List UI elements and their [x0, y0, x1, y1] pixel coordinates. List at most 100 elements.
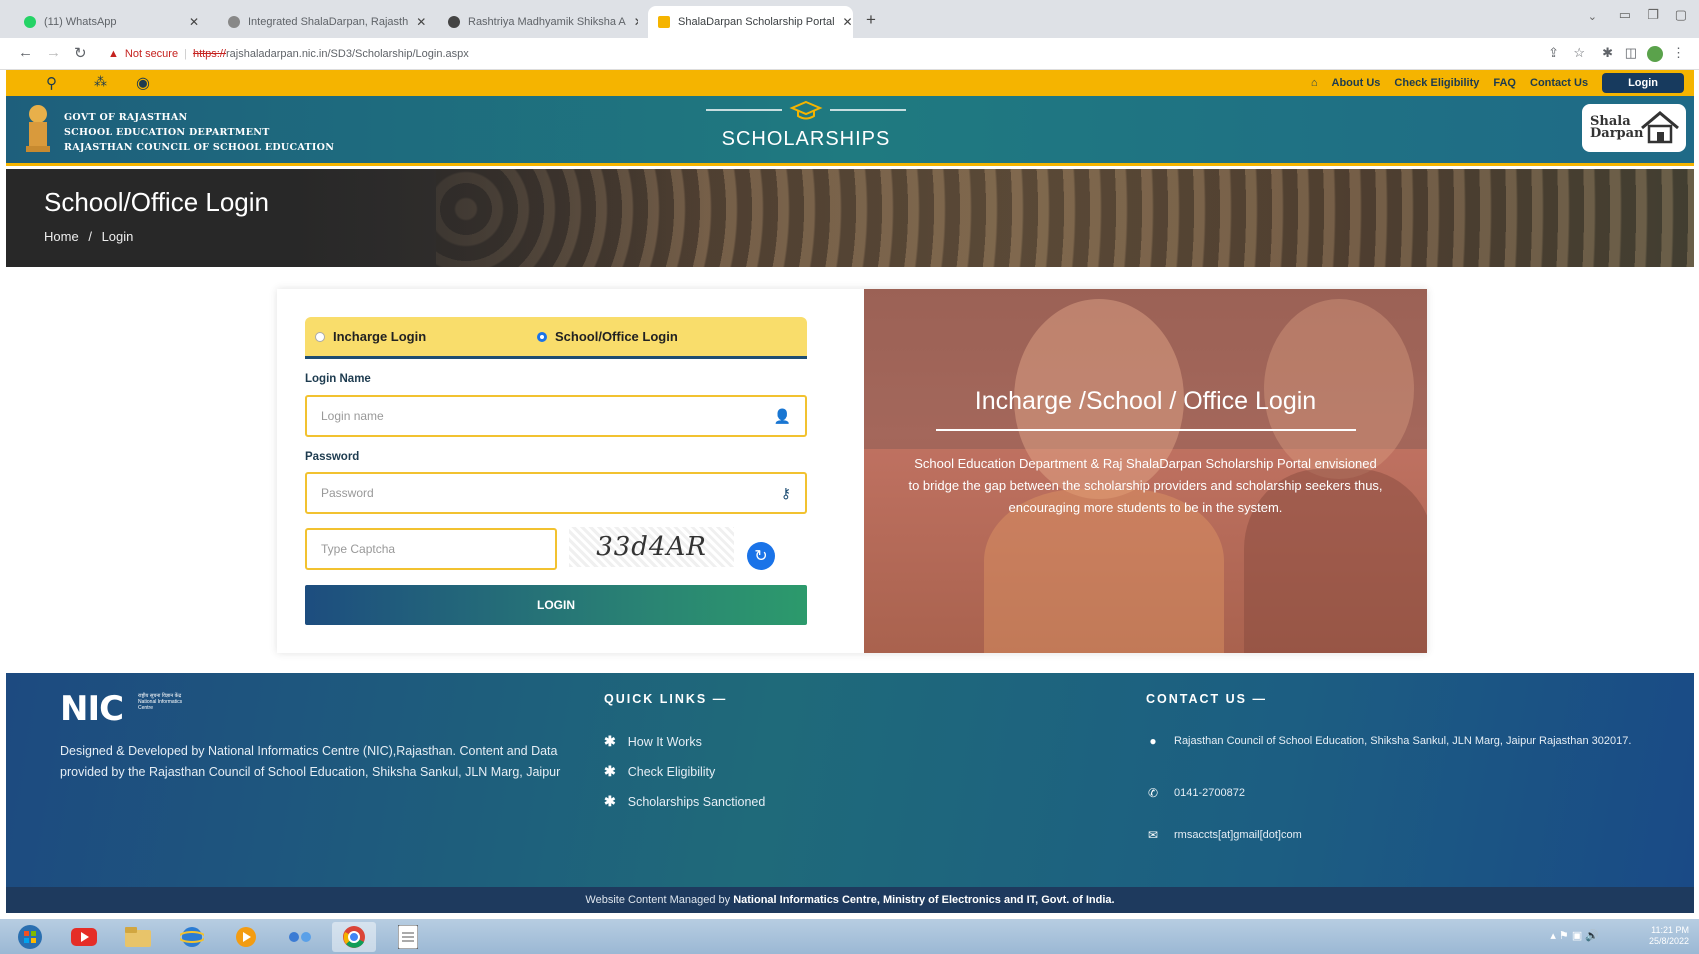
incharge-radio[interactable] — [315, 331, 325, 342]
contact-heading: CONTACT US — — [1146, 692, 1267, 706]
browser-menu-icon[interactable]: ⋮ — [1672, 45, 1685, 61]
browser-tab[interactable]: (11) WhatsApp ✕ — [14, 6, 209, 38]
page-banner: School/Office Login Home / Login — [6, 169, 1694, 267]
site-top-strip: ⚲ ⁂ ◉ ⌂ About Us Check Eligibility FAQ C… — [6, 70, 1694, 96]
login-name-input[interactable]: Login name 👤 — [305, 395, 807, 437]
school-office-radio[interactable] — [537, 331, 547, 342]
tab-title: Rashtriya Madhyamik Shiksha A — [468, 16, 626, 28]
address-bar[interactable]: ▲ Not secure | https://rajshaladarpan.ni… — [108, 44, 469, 64]
chrome-taskbar-icon[interactable] — [332, 922, 376, 952]
asterisk-icon: ✱ — [604, 763, 616, 779]
reload-icon[interactable]: ↻ — [74, 44, 87, 62]
profile-avatar[interactable] — [1647, 46, 1663, 62]
browser-tab[interactable]: Rashtriya Madhyamik Shiksha A ✕ — [438, 6, 638, 38]
url-text: rajshaladarpan.nic.in/SD3/Scholarship/Lo… — [225, 48, 469, 60]
forward-arrow-icon[interactable]: → — [46, 44, 61, 61]
internet-explorer-icon[interactable] — [170, 922, 214, 952]
home-icon[interactable]: ⌂ — [1311, 77, 1318, 89]
close-tab-icon[interactable]: ✕ — [634, 15, 638, 29]
state-emblem-icon — [26, 105, 50, 152]
site-header: GOVT OF RAJASTHAN SCHOOL EDUCATION DEPAR… — [6, 96, 1694, 166]
back-arrow-icon[interactable]: ← — [18, 44, 33, 61]
nav-about-us[interactable]: About Us — [1332, 77, 1381, 89]
asterisk-icon: ✱ — [604, 733, 616, 749]
browser-tab-strip: (11) WhatsApp ✕ Integrated ShalaDarpan, … — [0, 0, 1699, 38]
minimize-button[interactable]: ▭ — [1619, 7, 1631, 23]
refresh-captcha-icon[interactable]: ↻ — [747, 542, 775, 570]
shaladarpan-logo[interactable]: Shala Darpan — [1582, 104, 1686, 152]
tab-title: ShalaDarpan Scholarship Portal — [678, 16, 835, 28]
contact-phone: ✆ 0141-2700872 — [1146, 785, 1245, 802]
portal-title: SCHOLARSHIPS — [721, 128, 891, 150]
close-tab-icon[interactable]: ✕ — [416, 15, 426, 29]
document-icon[interactable] — [386, 922, 430, 952]
browser-tab[interactable]: Integrated ShalaDarpan, Rajasth ✕ — [218, 6, 433, 38]
graduation-cap-icon — [706, 100, 906, 120]
breadcrumb-home-link[interactable]: Home — [44, 229, 79, 244]
media-player-icon[interactable] — [224, 922, 268, 952]
breadcrumb: Home / Login — [44, 229, 133, 244]
captcha-input[interactable]: Type Captcha — [305, 528, 557, 570]
tab-title: Integrated ShalaDarpan, Rajasth — [248, 16, 409, 28]
top-navigation: ⌂ About Us Check Eligibility FAQ Contact… — [1311, 70, 1684, 96]
tab-school-office-login[interactable]: School/Office Login — [537, 329, 678, 344]
nic-description: Designed & Developed by National Informa… — [60, 744, 561, 779]
email-text: rmsaccts[at]gmail[dot]com — [1174, 829, 1302, 841]
youtube-icon[interactable] — [62, 922, 106, 952]
clock-time: 11:21 PM — [1651, 925, 1689, 935]
search-icon[interactable]: ⚲ — [46, 74, 57, 92]
network-app-icon[interactable] — [278, 922, 322, 952]
address-text: Rajasthan Council of School Education, S… — [1174, 735, 1632, 747]
close-tab-icon[interactable]: ✕ — [843, 15, 853, 29]
site-favicon-icon — [228, 16, 240, 28]
nav-faq[interactable]: FAQ — [1493, 77, 1516, 89]
login-button[interactable]: LOGIN — [305, 585, 807, 625]
nav-login-button[interactable]: Login — [1602, 73, 1684, 93]
user-icon: 👤 — [773, 407, 791, 424]
quick-link-label: Scholarships Sanctioned — [627, 794, 766, 809]
nav-contact-us[interactable]: Contact Us — [1530, 77, 1588, 89]
nav-check-eligibility[interactable]: Check Eligibility — [1394, 77, 1479, 89]
file-explorer-icon[interactable] — [116, 922, 160, 952]
map-marker-icon: ● — [1149, 734, 1157, 748]
start-button[interactable] — [8, 922, 52, 952]
nic-logo-subtitle: राष्ट्रीय सूचना विज्ञान केंद्र National … — [138, 693, 183, 711]
quick-link-how-it-works[interactable]: ✱ How It Works — [604, 733, 702, 750]
restore-button[interactable]: ❐ — [1647, 7, 1659, 23]
tab-incharge-login[interactable]: Incharge Login — [315, 329, 426, 344]
promo-divider — [936, 429, 1356, 431]
sitemap-icon[interactable]: ⁂ — [94, 74, 107, 90]
accessibility-icon[interactable]: ◉ — [136, 73, 150, 93]
portal-title-block: SCHOLARSHIPS — [706, 96, 906, 151]
quick-link-check-eligibility[interactable]: ✱ Check Eligibility — [604, 763, 715, 780]
address-divider: | — [184, 48, 187, 60]
banner-overlay — [6, 169, 706, 267]
tab-search-icon[interactable]: ⌄ — [1588, 10, 1597, 23]
browser-tab-active[interactable]: ShalaDarpan Scholarship Portal ✕ — [648, 6, 853, 38]
login-form: Incharge Login School/Office Login Login… — [277, 289, 857, 653]
system-tray-icons[interactable]: ▴ ⚑ ▣ 🔊 — [1550, 929, 1599, 942]
breadcrumb-current: Login — [101, 229, 134, 244]
close-tab-icon[interactable]: ✕ — [189, 15, 199, 29]
close-window-button[interactable]: ▢ — [1675, 7, 1687, 23]
house-icon — [1641, 111, 1679, 144]
quick-link-scholarships-sanctioned[interactable]: ✱ Scholarships Sanctioned — [604, 793, 765, 810]
bookmark-star-icon[interactable]: ☆ — [1573, 45, 1585, 61]
warning-icon: ▲ — [108, 48, 119, 60]
not-secure-label[interactable]: Not secure — [125, 48, 178, 60]
sidebar-icon[interactable]: ◫ — [1625, 45, 1637, 61]
extensions-icon[interactable]: ✱ — [1602, 45, 1613, 61]
promo-panel: Incharge /School / Office Login School E… — [864, 289, 1427, 653]
new-tab-button[interactable]: + — [866, 10, 876, 30]
captcha-placeholder: Type Captcha — [321, 542, 396, 556]
login-name-label: Login Name — [305, 373, 371, 385]
managed-by-prefix: Website Content Managed by — [585, 894, 734, 906]
share-icon[interactable]: ⇪ — [1548, 45, 1559, 61]
promo-description: School Education Department & Raj ShalaD… — [908, 456, 1383, 515]
phone-text: 0141-2700872 — [1174, 787, 1245, 799]
clock[interactable]: 11:21 PM 25/8/2022 — [1649, 925, 1689, 947]
asterisk-icon: ✱ — [604, 793, 616, 809]
password-input[interactable]: Password ⚷ — [305, 472, 807, 514]
govt-line: GOVT OF RAJASTHAN — [64, 112, 188, 123]
shaladarpan-favicon-icon — [658, 16, 670, 28]
